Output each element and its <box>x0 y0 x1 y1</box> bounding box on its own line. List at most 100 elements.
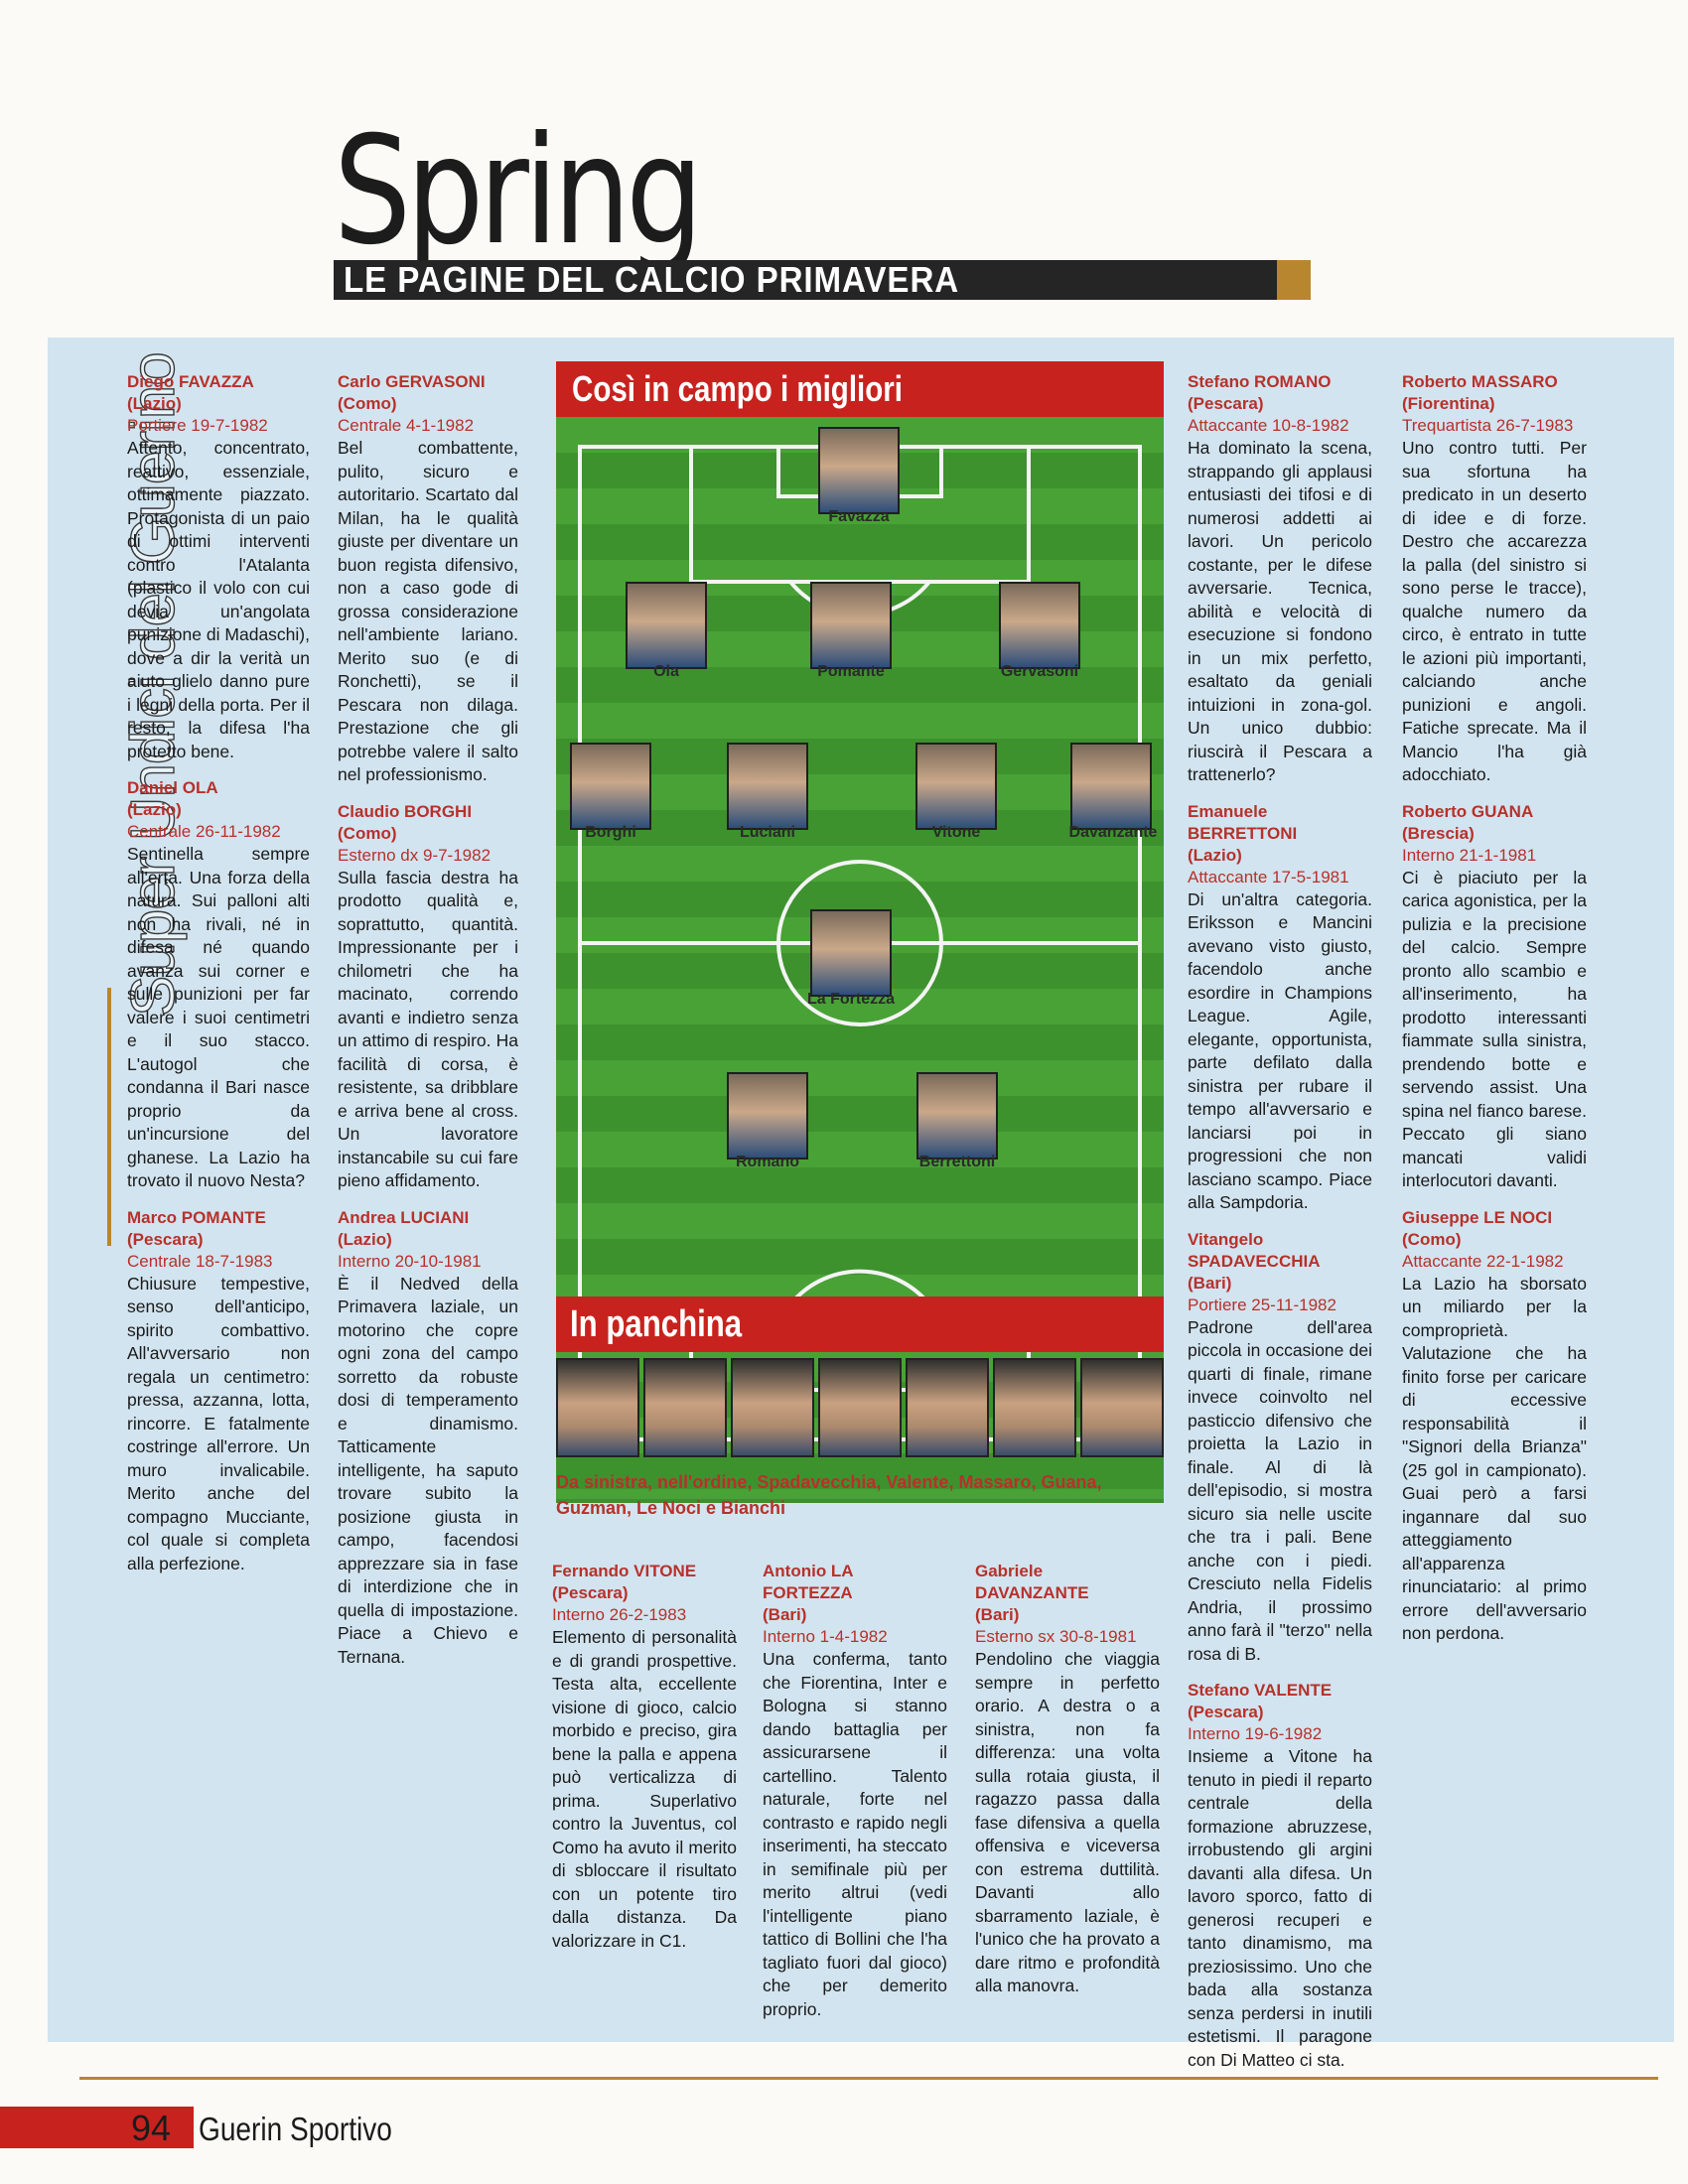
profile-name: Emanuele BERRETTONI <box>1188 801 1298 843</box>
profile: Fernando VITONE (Pescara) Interno 26-2-198… <box>552 1561 737 1953</box>
player-name: Borghi <box>585 824 636 841</box>
player-pomante: Pomante <box>810 582 892 681</box>
player-name: Gervasoni <box>1000 663 1079 680</box>
profile-role: Centrale 18-7-1983 <box>127 1251 273 1271</box>
profile-team: (Como) <box>338 823 397 843</box>
profile: Diego FAVAZZA (Lazio) Portiere 19-7-1982 At… <box>127 371 310 763</box>
player-romano: Romano <box>727 1072 808 1171</box>
player-vitone: Vitone <box>915 743 997 842</box>
profile-text: Pendolino che viaggia sempre in perfetto… <box>975 1649 1160 1995</box>
profile-role: Centrale 26-11-1982 <box>127 822 281 841</box>
player-luciani: Luciani <box>727 743 808 842</box>
player-name: Berrettoni <box>918 1154 996 1170</box>
profile: Daniel OLA (Lazio) Centrale 26-11-1982 Sent… <box>127 777 310 1193</box>
profile-role: Portiere 25-11-1982 <box>1188 1295 1336 1314</box>
profile-text: Elemento di personalità e di grandi pros… <box>552 1627 737 1951</box>
profile-team: (Pescara) <box>552 1583 629 1602</box>
player-name: Vitone <box>931 824 981 841</box>
player-photo <box>999 582 1080 669</box>
player-name: Favazza <box>828 508 890 525</box>
column-7: Roberto MASSARO (Fiorentina) Trequartista … <box>1402 371 1587 1660</box>
column-6: Stefano ROMANO (Pescara) Attaccante 10-8-1… <box>1188 371 1372 2086</box>
profile: Emanuele BERRETTONI (Lazio) Attaccante 17-… <box>1188 801 1372 1215</box>
side-title: Super Undici del Guerino <box>48 338 188 1032</box>
bench-heading: In panchina <box>570 1303 743 1345</box>
column-2: Carlo GERVASONI (Como) Centrale 4-1-1982 Be… <box>338 371 518 1683</box>
profile-role: Interno 21-1-1981 <box>1402 845 1537 865</box>
profile-team: (Lazio) <box>1188 845 1242 865</box>
player-photo <box>810 582 892 669</box>
bench-heading-bar: In panchina <box>556 1297 1164 1352</box>
player-ola: Ola <box>626 582 707 681</box>
bottom-rule <box>79 2077 1658 2080</box>
profile-text: È il Nedved della Primavera laziale, un … <box>338 1273 518 1667</box>
profile-text: Ha dominato la scena, strappando gli app… <box>1188 438 1372 784</box>
profile-role: Interno 1-4-1982 <box>763 1627 888 1646</box>
player-la-fortezza: La Fortezza <box>801 909 901 1009</box>
player-photo <box>626 582 707 669</box>
bench-photo <box>731 1358 814 1457</box>
side-accent-bar <box>107 988 111 1246</box>
bench-photo <box>643 1358 727 1457</box>
profile-text: Sulla fascia destra ha prodotto qualità … <box>338 867 518 1191</box>
profile-text: Ci è piaciuto per la carica agonistica, … <box>1402 867 1587 1191</box>
magazine-name: Guerin Sportivo <box>199 2111 392 2147</box>
profile-name: Gabriele DAVANZANTE <box>975 1562 1089 1602</box>
profile-team: (Pescara) <box>1188 394 1264 413</box>
player-photo <box>1070 743 1152 830</box>
banner-accent <box>1277 260 1311 300</box>
player-photo <box>818 427 900 514</box>
profile-name: Stefano ROMANO <box>1188 372 1332 391</box>
profile-name: Diego FAVAZZA <box>127 372 254 391</box>
player-photo <box>727 1072 808 1160</box>
column-5: Gabriele DAVANZANTE (Bari) Esterno sx 30-8… <box>975 1561 1160 2012</box>
profile-role: Interno 19-6-1982 <box>1188 1724 1323 1743</box>
player-photo <box>916 1072 998 1160</box>
profile: Stefano VALENTE (Pescara) Interno 19-6-198… <box>1188 1680 1372 2072</box>
profile-text: Bel combattente, pulito, sicuro e autori… <box>338 438 518 784</box>
profile-role: Interno 20-10-1981 <box>338 1251 482 1271</box>
column-4: Antonio LA FORTEZZA (Bari) Interno 1-4-198… <box>763 1561 947 2035</box>
section-banner: LE PAGINE DEL CALCIO PRIMAVERA <box>334 259 1311 300</box>
profile-role: Attaccante 17-5-1981 <box>1188 867 1349 887</box>
profile-text: Di un'altra categoria. Eriksson e Mancin… <box>1188 888 1372 1213</box>
profile-text: Uno contro tutti. Per sua sfortuna ha pr… <box>1402 438 1587 784</box>
profile-name: Vitangelo SPADAVECCHIA <box>1188 1229 1321 1271</box>
profile: Roberto GUANA (Brescia) Interno 21-1-1981 C… <box>1402 801 1587 1193</box>
profile-team: (Lazio) <box>127 800 182 819</box>
profile-text: Insieme a Vitone ha tenuto in piedi il r… <box>1188 1746 1372 2070</box>
player-name: Romano <box>736 1154 799 1170</box>
profile-team: (Como) <box>338 394 397 413</box>
profile-text: Padrone dell'area piccola in occasione d… <box>1188 1316 1372 1664</box>
profile: Roberto MASSARO (Fiorentina) Trequartista … <box>1402 371 1587 787</box>
player-photo <box>570 743 651 830</box>
bench-photo <box>1080 1358 1164 1457</box>
column-3: Fernando VITONE (Pescara) Interno 26-2-198… <box>552 1561 737 1967</box>
field-heading-bar: Così in campo i migliori <box>556 361 1164 417</box>
profile-role: Portiere 19-7-1982 <box>127 416 268 435</box>
profile-team: (Bari) <box>763 1605 807 1624</box>
bench-photo <box>818 1358 902 1457</box>
profile-text: Una conferma, tanto che Fiorentina, Inte… <box>763 1649 947 2019</box>
profile: Vitangelo SPADAVECCHIA (Bari) Portiere 25-… <box>1188 1229 1372 1667</box>
player-name: Davanzante <box>1068 824 1158 841</box>
profile-name: Marco POMANTE <box>127 1207 266 1227</box>
player-name: La Fortezza <box>806 991 895 1008</box>
bench-photo <box>556 1358 639 1457</box>
field-heading: Così in campo i migliori <box>572 368 903 409</box>
profile-team: (Brescia) <box>1402 823 1475 843</box>
profile-team: (Fiorentina) <box>1402 394 1495 413</box>
profile: Gabriele DAVANZANTE (Bari) Esterno sx 30-8… <box>975 1561 1160 1998</box>
profile-name: Giuseppe LE NOCI <box>1402 1207 1553 1227</box>
player-gervasoni: Gervasoni <box>999 582 1080 681</box>
profile-text: Sentinella sempre all'erta. Una forza de… <box>127 844 310 1190</box>
banner-text: LE PAGINE DEL CALCIO PRIMAVERA <box>344 259 960 300</box>
profile-team: (Bari) <box>975 1605 1020 1624</box>
profile-name: Roberto MASSARO <box>1402 372 1558 391</box>
profile-team: (Pescara) <box>1188 1703 1264 1721</box>
profile: Antonio LA FORTEZZA (Bari) Interno 1-4-198… <box>763 1561 947 2021</box>
profile-name: Daniel OLA <box>127 778 218 797</box>
profile-name: Claudio BORGHI <box>338 801 473 821</box>
profile-role: Attaccante 10-8-1982 <box>1188 416 1349 435</box>
profile: Stefano ROMANO (Pescara) Attaccante 10-8-1… <box>1188 371 1372 787</box>
